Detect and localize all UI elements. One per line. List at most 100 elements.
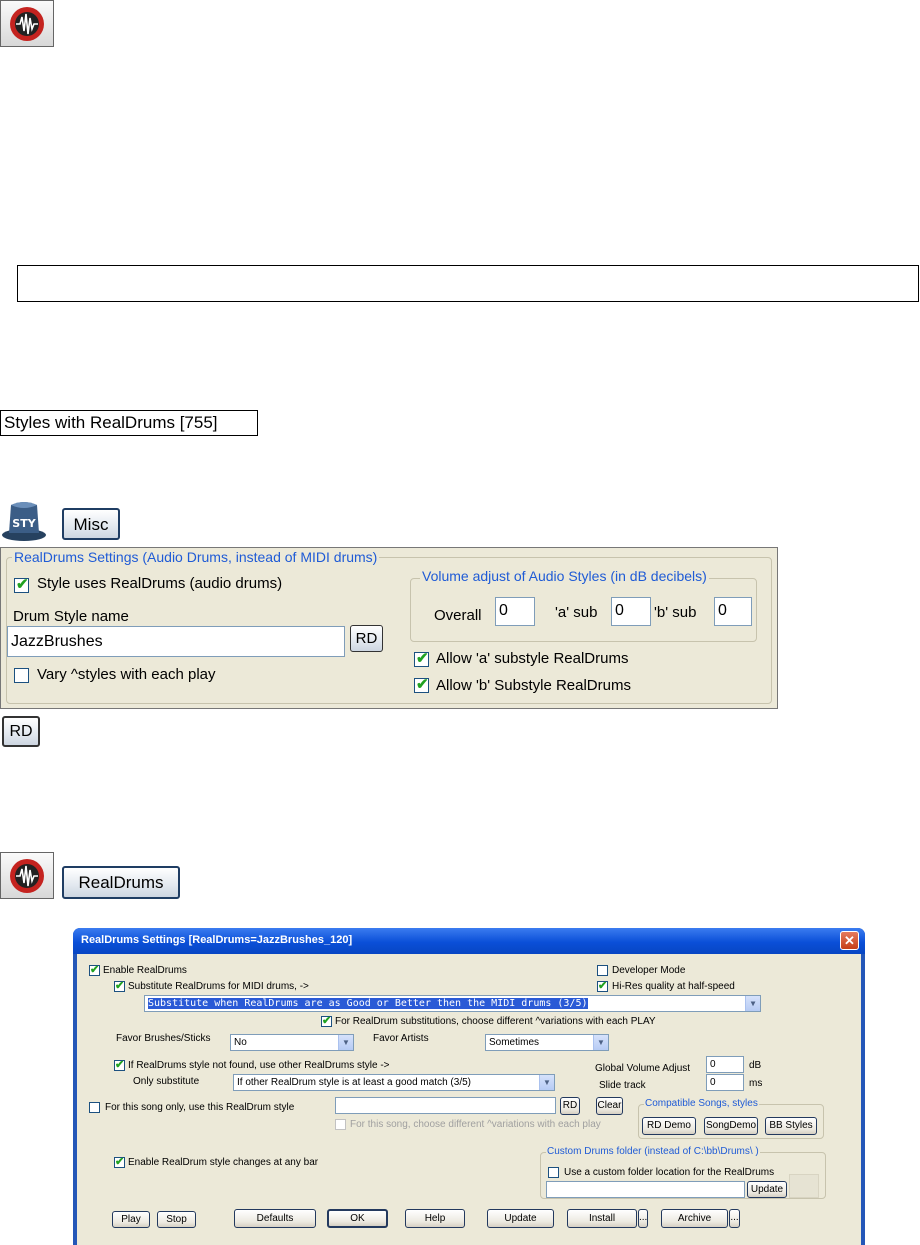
checkmark-icon: ✔ — [115, 980, 125, 992]
substitute-midi-checkbox[interactable]: ✔ — [114, 980, 125, 992]
chevron-down-icon: ▼ — [745, 996, 760, 1011]
realdrums-button[interactable]: RealDrums — [62, 866, 180, 899]
choose-variations-checkbox[interactable]: ✔ — [321, 1015, 332, 1027]
play-button[interactable]: Play — [112, 1211, 150, 1228]
checkmark-icon: ✔ — [416, 676, 429, 693]
allow-a-substyle-checkbox[interactable]: ✔ — [414, 650, 429, 667]
drum-style-name-label: Drum Style name — [13, 608, 129, 625]
archive-more-button[interactable]: ... — [729, 1209, 740, 1228]
volume-adjust-title: Volume adjust of Audio Styles (in dB dec… — [420, 568, 709, 584]
drum-style-name-input[interactable]: JazzBrushes — [7, 626, 345, 657]
if-not-found-checkbox[interactable]: ✔ — [114, 1059, 125, 1071]
rd-small-button[interactable]: RD — [2, 716, 40, 747]
allow-b-substyle-checkbox[interactable]: ✔ — [414, 676, 429, 693]
styles-with-realdrums-label: Styles with RealDrums [755] — [0, 410, 258, 436]
this-song-style-input[interactable] — [335, 1097, 556, 1114]
bb-styles-button[interactable]: BB Styles — [765, 1117, 817, 1135]
svg-text:STY: STY — [12, 517, 36, 530]
stop-button[interactable]: Stop — [157, 1211, 196, 1228]
favor-brushes-select[interactable]: No ▼ — [230, 1034, 354, 1051]
waveform-icon — [10, 6, 44, 41]
checkmark-icon: ✔ — [416, 650, 429, 667]
style-hat-icon[interactable]: STY — [0, 497, 48, 543]
b-sub-label: 'b' sub — [654, 604, 697, 621]
realdrums-settings-dialog: RealDrums Settings [RealDrums=JazzBrushe… — [73, 928, 865, 1245]
folder-preview — [789, 1174, 819, 1198]
allow-a-substyle-label: Allow 'a' substyle RealDrums — [436, 650, 629, 667]
enable-realdrums-label: Enable RealDrums — [103, 965, 187, 976]
dialog-titlebar: RealDrums Settings [RealDrums=JazzBrushe… — [73, 928, 865, 954]
enable-realdrums-checkbox[interactable]: ✔ — [89, 964, 100, 976]
slide-track-label: Slide track — [599, 1080, 646, 1091]
custom-folder-title: Custom Drums folder (instead of C:\bb\Dr… — [546, 1146, 760, 1157]
defaults-button[interactable]: Defaults — [234, 1209, 316, 1228]
favor-artists-select[interactable]: Sometimes ▼ — [485, 1034, 609, 1051]
this-song-only-label: For this song only, use this RealDrum st… — [105, 1102, 295, 1113]
vary-styles-checkbox[interactable] — [14, 668, 29, 683]
style-uses-realdrums-label: Style uses RealDrums (audio drums) — [37, 575, 283, 592]
global-volume-label: Global Volume Adjust — [595, 1063, 691, 1074]
rd-demo-button[interactable]: RD Demo — [642, 1117, 696, 1135]
substitute-select[interactable]: Substitute when RealDrums are as Good or… — [144, 995, 761, 1012]
realdrums-toolbar-icon[interactable] — [0, 0, 54, 47]
checkmark-icon: ✔ — [598, 980, 608, 992]
this-song-variations-label: For this song, choose different ^variati… — [350, 1119, 601, 1130]
checkmark-icon: ✔ — [322, 1015, 332, 1027]
close-icon[interactable]: ✕ — [840, 931, 859, 950]
chevron-down-icon: ▼ — [338, 1035, 353, 1050]
vary-styles-label: Vary ^styles with each play — [37, 666, 216, 683]
empty-frame — [17, 265, 919, 302]
a-sub-label: 'a' sub — [555, 604, 598, 621]
enable-style-changes-label: Enable RealDrum style changes at any bar — [128, 1157, 319, 1168]
hires-quality-label: Hi-Res quality at half-speed — [612, 981, 735, 992]
slide-track-input[interactable]: 0 — [706, 1074, 744, 1091]
developer-mode-label: Developer Mode — [612, 965, 686, 976]
checkmark-icon: ✔ — [90, 964, 100, 976]
realdrums-toolbar-icon-2[interactable] — [0, 852, 54, 899]
rd-style-button[interactable]: RD — [560, 1097, 580, 1115]
use-custom-folder-checkbox[interactable] — [548, 1167, 559, 1178]
checkmark-icon: ✔ — [115, 1059, 125, 1071]
rd-button[interactable]: RD — [350, 625, 383, 652]
checkmark-icon: ✔ — [16, 576, 29, 593]
help-button[interactable]: Help — [405, 1209, 465, 1228]
b-sub-input[interactable]: 0 — [714, 597, 752, 626]
this-song-variations-checkbox[interactable] — [335, 1119, 346, 1130]
update-folder-button[interactable]: Update — [747, 1181, 787, 1198]
misc-button[interactable]: Misc — [62, 508, 120, 540]
hires-quality-checkbox[interactable]: ✔ — [597, 980, 608, 992]
install-button[interactable]: Install — [567, 1209, 637, 1228]
global-volume-input[interactable]: 0 — [706, 1056, 744, 1073]
overall-input[interactable]: 0 — [495, 597, 535, 626]
ok-button[interactable]: OK — [327, 1209, 388, 1228]
custom-folder-input[interactable] — [546, 1181, 745, 1198]
use-custom-folder-label: Use a custom folder location for the Rea… — [564, 1167, 775, 1178]
allow-b-substyle-label: Allow 'b' Substyle RealDrums — [436, 677, 631, 694]
waveform-icon — [10, 858, 44, 893]
substitute-midi-label: Substitute RealDrums for MIDI drums, -> — [128, 981, 309, 992]
only-substitute-label: Only substitute — [133, 1076, 200, 1087]
enable-style-changes-checkbox[interactable]: ✔ — [114, 1156, 125, 1168]
dialog-title: RealDrums Settings [RealDrums=JazzBrushe… — [81, 934, 353, 946]
chevron-down-icon: ▼ — [593, 1035, 608, 1050]
checkmark-icon: ✔ — [115, 1156, 125, 1168]
archive-button[interactable]: Archive — [661, 1209, 728, 1228]
style-uses-realdrums-checkbox[interactable]: ✔ — [14, 576, 29, 593]
slide-track-unit: ms — [749, 1078, 763, 1089]
compatible-songs-title: Compatible Songs, styles — [644, 1098, 759, 1109]
favor-artists-label: Favor Artists — [373, 1033, 429, 1044]
install-more-button[interactable]: ... — [638, 1209, 648, 1228]
realdrums-settings-title: RealDrums Settings (Audio Drums, instead… — [12, 549, 380, 565]
global-volume-unit: dB — [749, 1060, 762, 1071]
a-sub-input[interactable]: 0 — [611, 597, 651, 626]
only-substitute-select[interactable]: If other RealDrum style is at least a go… — [233, 1074, 555, 1091]
clear-button[interactable]: Clear — [596, 1097, 623, 1115]
this-song-only-checkbox[interactable] — [89, 1102, 100, 1113]
update-button[interactable]: Update — [487, 1209, 554, 1228]
if-not-found-label: If RealDrums style not found, use other … — [128, 1060, 390, 1071]
chevron-down-icon: ▼ — [539, 1075, 554, 1090]
overall-label: Overall — [434, 607, 482, 624]
developer-mode-checkbox[interactable] — [597, 965, 608, 976]
dialog-body: ✔ Enable RealDrums Developer Mode ✔ Subs… — [77, 954, 861, 1245]
song-demo-button[interactable]: SongDemo — [704, 1117, 758, 1135]
